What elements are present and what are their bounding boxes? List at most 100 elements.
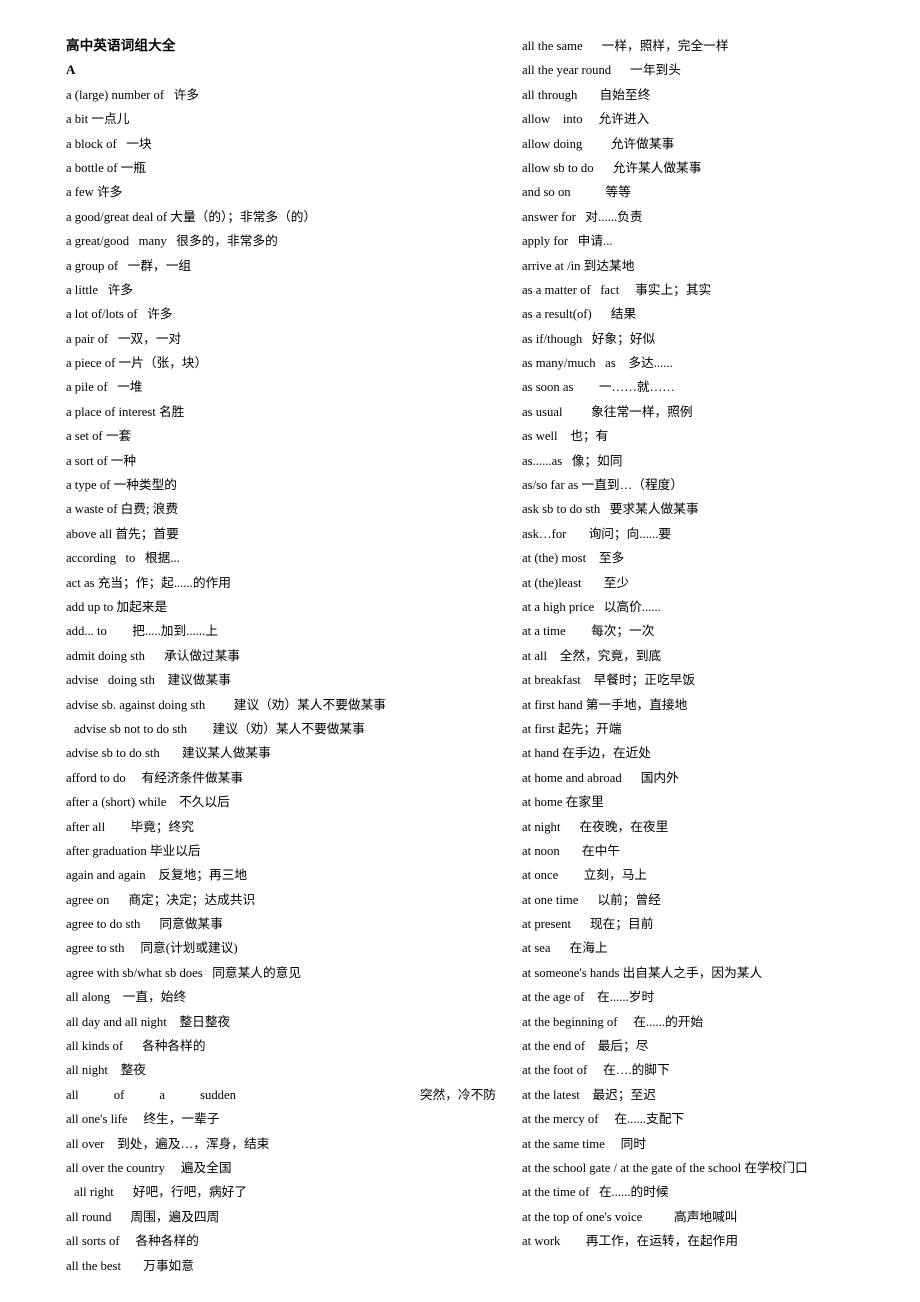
phrase-entry: agree to do sth 同意做某事 xyxy=(66,912,456,936)
two-column-layout: 高中英语词组大全 A a (large) number of 许多 a bit 一… xyxy=(0,34,920,1278)
phrase-term: a pile of xyxy=(66,380,108,395)
phrase-separator xyxy=(127,1112,143,1126)
phrase-gloss: 好吧，行吧，病好了 xyxy=(132,1185,248,1200)
phrase-gloss: 一套 xyxy=(105,429,132,444)
phrase-separator xyxy=(598,1112,614,1126)
phrase-term: all night xyxy=(66,1063,108,1078)
phrase-separator xyxy=(582,332,592,346)
phrase-entry: as/so far as 一直到…（程度） xyxy=(522,473,916,497)
phrase-entry: a bottle of 一瓶 xyxy=(66,156,456,180)
phrase-separator xyxy=(568,234,578,248)
phrase-separator xyxy=(594,600,604,614)
phrase-gloss: 允许做某事 xyxy=(610,136,675,151)
phrase-entry: a good/great deal of 大量（的）；非常多（的） xyxy=(66,205,456,229)
phrase-entry: at first hand 第一手地，直接地 xyxy=(522,693,916,717)
phrase-separator xyxy=(592,307,611,321)
right-column: all the same 一样，照样，完全一样 all the year roun… xyxy=(460,34,920,1254)
phrase-gloss: 出自某人之手，因为某人 xyxy=(622,965,763,980)
phrase-entry: a few 许多 xyxy=(66,180,456,204)
phrase-entry: at breakfast 早餐时；正吃早饭 xyxy=(522,668,916,692)
phrase-term: at all xyxy=(522,648,548,663)
phrase-term: agree to sth xyxy=(66,941,125,956)
phrase-separator xyxy=(203,966,213,980)
phrase-separator xyxy=(140,917,159,931)
phrase-separator xyxy=(563,405,592,419)
phrase-gloss: 一块 xyxy=(126,136,152,151)
phrase-entry: at once 立刻，马上 xyxy=(522,863,916,887)
phrase-gloss: 整夜 xyxy=(120,1063,146,1078)
phrase-separator xyxy=(167,234,177,248)
phrase-entry: a type of 一种类型的 xyxy=(66,473,456,497)
phrase-entry: at night 在夜晚，在夜里 xyxy=(522,815,916,839)
phrase-entry: a pile of 一堆 xyxy=(66,375,456,399)
phrase-separator xyxy=(108,380,118,394)
phrase-term: allow sb to do xyxy=(522,160,594,175)
phrase-entry: at the beginning of 在......的开始 xyxy=(522,1010,916,1034)
phrase-entry: a lot of/lots of 许多 xyxy=(66,302,456,326)
phrase-gloss: 许多 xyxy=(147,307,173,322)
phrase-gloss: 在….的脚下 xyxy=(603,1063,670,1078)
phrase-gloss: 终生，一辈子 xyxy=(143,1112,220,1127)
phrase-term: at the time of xyxy=(522,1185,590,1200)
phrase-separator xyxy=(547,649,560,663)
phrase-gloss: 在......岁时 xyxy=(597,990,655,1005)
phrase-term: agree with sb/what sb does xyxy=(66,965,203,980)
phrase-entry: at the end of 最后；尽 xyxy=(522,1034,916,1058)
phrase-entry: at noon 在中午 xyxy=(522,839,916,863)
phrase-separator xyxy=(107,624,132,638)
phrase-separator xyxy=(571,185,606,199)
phrase-separator xyxy=(566,624,591,638)
phrase-gloss: 第一手地，直接地 xyxy=(585,697,688,712)
phrase-separator xyxy=(108,332,118,346)
phrase-term: a type of xyxy=(66,478,111,493)
phrase-gloss: 名胜 xyxy=(159,404,185,419)
phrase-gloss: 允许进入 xyxy=(598,112,650,127)
phrase-separator xyxy=(105,820,130,834)
phrase-gloss: 整日整夜 xyxy=(179,1014,231,1029)
phrase-entry: all of a sudden 突然，冷不防 xyxy=(66,1083,496,1107)
phrase-entry: all through 自始至终 xyxy=(522,83,916,107)
phrase-gloss: 一群，一组 xyxy=(127,258,192,273)
phrase-term: all day and all night xyxy=(66,1014,167,1029)
phrase-term: at work xyxy=(522,1234,561,1249)
phrase-gloss: 到处，遍及…，浑身，结束 xyxy=(117,1136,270,1151)
page-title: 高中英语词组大全 xyxy=(66,38,176,53)
phrase-term: all kinds of xyxy=(66,1039,124,1054)
phrase-gloss: 多达...... xyxy=(628,356,673,371)
phrase-gloss: 很多的，非常多的 xyxy=(176,234,278,249)
phrase-gloss: 在海上 xyxy=(569,941,608,956)
phrase-term: above all xyxy=(66,526,113,541)
phrase-gloss: 国内外 xyxy=(640,770,679,785)
phrase-separator xyxy=(114,1185,133,1199)
phrase-gloss: 白费; 浪费 xyxy=(120,502,179,517)
phrase-gloss: 不久以后 xyxy=(179,795,230,810)
phrase-term: all of a sudden xyxy=(66,1083,236,1107)
phrase-term: admit doing sth xyxy=(66,648,145,663)
phrase-term: answer for xyxy=(522,209,576,224)
phrase-separator xyxy=(120,1234,136,1248)
phrase-term: agree to do sth xyxy=(66,917,141,932)
phrase-gloss: 对......负责 xyxy=(585,209,643,224)
phrase-term: according to xyxy=(66,551,136,566)
phrase-gloss: 在学校门口 xyxy=(744,1160,808,1175)
phrase-gloss: 在家里 xyxy=(565,795,604,810)
phrase-separator xyxy=(126,771,142,785)
phrase-separator xyxy=(108,1063,121,1077)
phrase-term: as a result(of) xyxy=(522,307,592,322)
phrase-entry: all one's life 终生，一辈子 xyxy=(66,1107,456,1131)
phrase-term: at the foot of xyxy=(522,1063,588,1078)
phrase-term: allow doing xyxy=(522,136,583,151)
phrase-gloss: 好象；好似 xyxy=(591,331,656,346)
phrase-gloss: 大量（的）；非常多（的） xyxy=(170,209,317,224)
phrase-entry: at sea 在海上 xyxy=(522,936,916,960)
phrase-separator xyxy=(118,259,128,273)
phrase-entry: all over 到处，遍及…，浑身，结束 xyxy=(66,1132,456,1156)
phrase-gloss: 周围，遍及四周 xyxy=(130,1209,220,1224)
phrase-separator xyxy=(135,551,145,565)
phrase-term: at present xyxy=(522,917,571,932)
phrase-term: a lot of/lots of xyxy=(66,307,138,322)
phrase-gloss: 毕业以后 xyxy=(149,843,201,858)
phrase-separator xyxy=(104,1137,117,1151)
phrase-term: at the end of xyxy=(522,1039,586,1054)
phrase-separator xyxy=(616,356,629,370)
